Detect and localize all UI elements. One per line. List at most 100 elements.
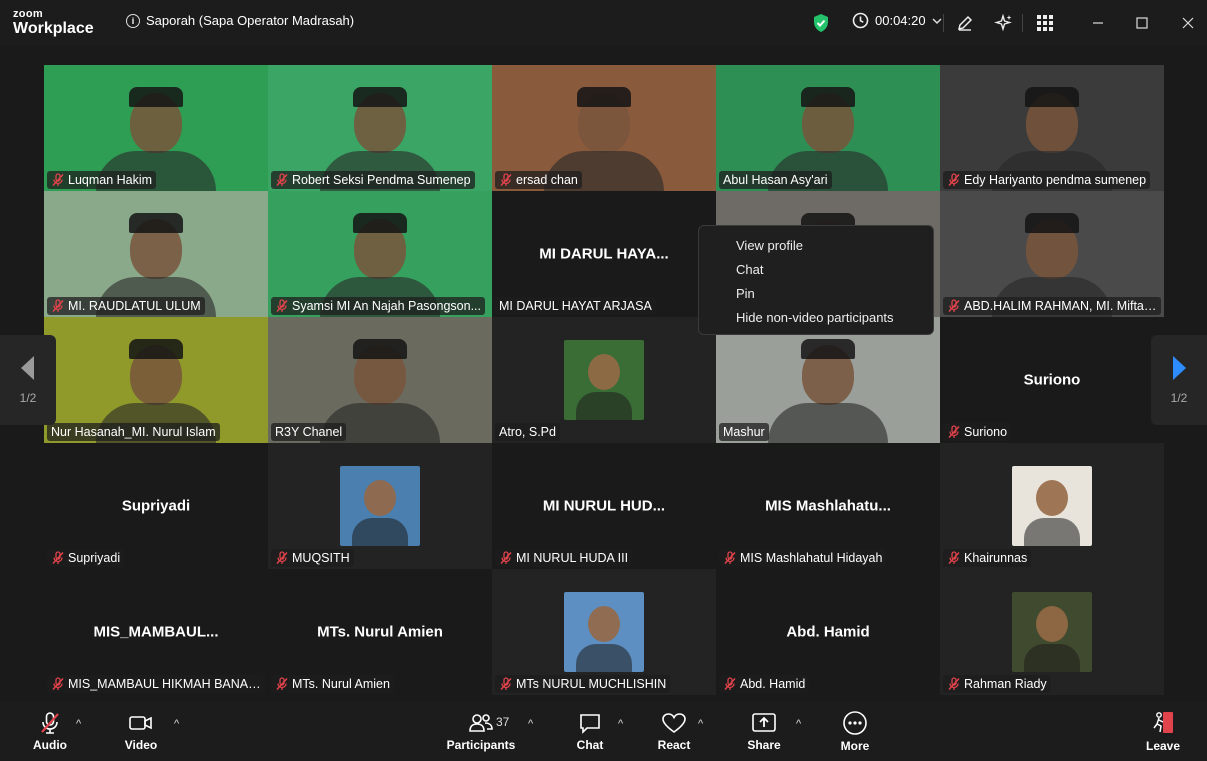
chat-button[interactable]: Chat — [570, 702, 610, 761]
participant-name-label: MI NURUL HUDA III — [495, 549, 633, 567]
participant-name-label: Suriono — [943, 423, 1012, 441]
participant-tile[interactable]: R3Y Chanel — [268, 317, 492, 443]
close-icon[interactable] — [1178, 12, 1198, 34]
context-menu-item-chat[interactable]: Chat — [699, 258, 933, 282]
participant-name-label: Mashur — [719, 423, 769, 441]
avatar — [1012, 592, 1092, 672]
gallery-view: Rahman Riady Abd. Hamid Abd. Hamid MTs NURU… — [0, 46, 1207, 702]
logo-text-workplace: Workplace — [13, 20, 94, 37]
participant-name: Suriono — [964, 425, 1008, 439]
participant-display-name: MTs. Nurul Amien — [317, 623, 443, 641]
participant-tile[interactable]: Khairunnas — [940, 443, 1164, 569]
participant-name: Nur Hasanah_MI. Nurul Islam — [51, 425, 216, 439]
participant-name-label: ABD.HALIM RAHMAN, MI. Miftah... — [943, 297, 1161, 315]
mic-muted-icon — [947, 299, 961, 313]
info-icon[interactable]: i — [126, 13, 140, 28]
participant-tile[interactable]: Rahman Riady — [940, 569, 1164, 695]
video-label: Video — [124, 738, 158, 752]
participant-name: MIS Mashlahatul Hidayah — [740, 551, 883, 565]
chat-label: Chat — [576, 738, 604, 752]
participant-tile[interactable]: Mashur — [716, 317, 940, 443]
participant-name-label: Abd. Hamid — [719, 675, 810, 693]
ai-companion-icon[interactable] — [991, 10, 1017, 36]
previous-page-button[interactable]: 1/2 — [0, 335, 56, 425]
participant-tile[interactable]: ersad chan — [492, 65, 716, 191]
mic-muted-icon — [51, 299, 65, 313]
more-button[interactable]: More — [835, 702, 875, 761]
context-menu-item-hide-non-video-participants[interactable]: Hide non-video participants — [699, 306, 933, 330]
annotate-icon[interactable] — [952, 10, 978, 36]
participant-name-label: Robert Seksi Pendma Sumenep — [271, 171, 475, 189]
participant-name-label: Rahman Riady — [943, 675, 1051, 693]
participant-tile[interactable]: Robert Seksi Pendma Sumenep — [268, 65, 492, 191]
view-grid-icon[interactable] — [1032, 10, 1058, 36]
participants-button[interactable]: Participants — [445, 702, 517, 761]
participant-tile[interactable]: ABD.HALIM RAHMAN, MI. Miftah... — [940, 191, 1164, 317]
share-options-caret-icon[interactable]: ^ — [796, 718, 801, 730]
meeting-toolbar: Audio ^ Video ^ Participants 37 ^ Chat ^… — [0, 702, 1207, 761]
video-options-caret-icon[interactable]: ^ — [174, 718, 179, 730]
participant-tile[interactable]: MIS Mashlahatu... MIS Mashlahatul Hidayah — [716, 443, 940, 569]
context-menu-item-pin[interactable]: Pin — [699, 282, 933, 306]
participant-name: MTs. Nurul Amien — [292, 677, 390, 691]
video-button[interactable]: Video — [121, 702, 161, 761]
participants-options-caret-icon[interactable]: ^ — [528, 718, 533, 730]
participant-name: R3Y Chanel — [275, 425, 343, 439]
react-options-caret-icon[interactable]: ^ — [698, 718, 703, 730]
more-label: More — [840, 739, 870, 753]
mic-muted-icon — [723, 551, 737, 565]
participant-name: MUQSITH — [292, 551, 350, 565]
leave-button[interactable]: Leave — [1143, 702, 1183, 761]
next-page-button[interactable]: 1/2 — [1151, 335, 1207, 425]
participant-name-label: Syamsi MI An Najah Pasongson... — [271, 297, 485, 315]
participant-tile[interactable]: Nur Hasanah_MI. Nurul Islam — [44, 317, 268, 443]
meeting-info[interactable]: i Saporah (Sapa Operator Madrasah) — [126, 13, 354, 28]
participant-tile[interactable]: Edy Hariyanto pendma sumenep — [940, 65, 1164, 191]
participant-tile[interactable]: Suriono Suriono — [940, 317, 1164, 443]
participant-tile[interactable]: Supriyadi Supriyadi — [44, 443, 268, 569]
page-indicator: 1/2 — [19, 391, 37, 405]
maximize-icon[interactable] — [1132, 12, 1152, 34]
react-label: React — [657, 738, 691, 752]
participant-tile[interactable]: Atro, S.Pd — [492, 317, 716, 443]
participant-name: Atro, S.Pd — [499, 425, 556, 439]
participant-name-label: Abul Hasan Asy'ari — [719, 171, 832, 189]
mic-muted-icon — [51, 173, 65, 187]
participant-tile[interactable]: MIS_MAMBAUL... MIS_MAMBAUL HIKMAH BANAS..… — [44, 569, 268, 695]
participant-name-label: MIS_MAMBAUL HIKMAH BANAS... — [47, 675, 265, 693]
participant-tile[interactable]: MUQSITH — [268, 443, 492, 569]
mic-muted-icon — [41, 712, 59, 734]
divider — [1022, 14, 1023, 32]
participant-name: Edy Hariyanto pendma sumenep — [964, 173, 1147, 187]
participant-tile[interactable]: Abul Hasan Asy'ari — [716, 65, 940, 191]
participant-tile[interactable]: MI DARUL HAYA... MI DARUL HAYAT ARJASA — [492, 191, 716, 317]
avatar — [340, 466, 420, 546]
participant-tile[interactable]: Abd. Hamid Abd. Hamid — [716, 569, 940, 695]
mic-muted-icon — [275, 173, 289, 187]
share-button[interactable]: Share — [744, 702, 784, 761]
meeting-title: Saporah (Sapa Operator Madrasah) — [146, 13, 355, 28]
participant-name-label: Khairunnas — [943, 549, 1032, 567]
clock-icon — [852, 12, 869, 29]
audio-options-caret-icon[interactable]: ^ — [76, 718, 81, 730]
participant-tile[interactable]: MI. RAUDLATUL ULUM — [44, 191, 268, 317]
participant-name-label: MTs. Nurul Amien — [271, 675, 394, 693]
participant-name-label: R3Y Chanel — [271, 423, 347, 441]
chat-options-caret-icon[interactable]: ^ — [618, 718, 623, 730]
participant-name-label: Supriyadi — [47, 549, 125, 567]
heart-icon — [662, 713, 686, 733]
mic-muted-icon — [275, 299, 289, 313]
participant-tile[interactable]: MTs NURUL MUCHLISHIN — [492, 569, 716, 695]
participant-tile[interactable]: Syamsi MI An Najah Pasongson... — [268, 191, 492, 317]
participant-tile[interactable]: MTs. Nurul Amien MTs. Nurul Amien — [268, 569, 492, 695]
participant-tile[interactable]: Luqman Hakim — [44, 65, 268, 191]
react-button[interactable]: React — [654, 702, 694, 761]
encryption-shield-icon[interactable] — [812, 13, 830, 38]
audio-button[interactable]: Audio — [30, 702, 70, 761]
context-menu-item-view-profile[interactable]: View profile — [699, 234, 933, 258]
minimize-icon[interactable] — [1088, 12, 1108, 34]
meeting-timer[interactable]: 00:04:20 — [852, 12, 942, 29]
participant-name-label: MIS Mashlahatul Hidayah — [719, 549, 887, 567]
participant-tile[interactable]: MI NURUL HUD... MI NURUL HUDA III — [492, 443, 716, 569]
participant-name-label: Atro, S.Pd — [495, 423, 560, 441]
